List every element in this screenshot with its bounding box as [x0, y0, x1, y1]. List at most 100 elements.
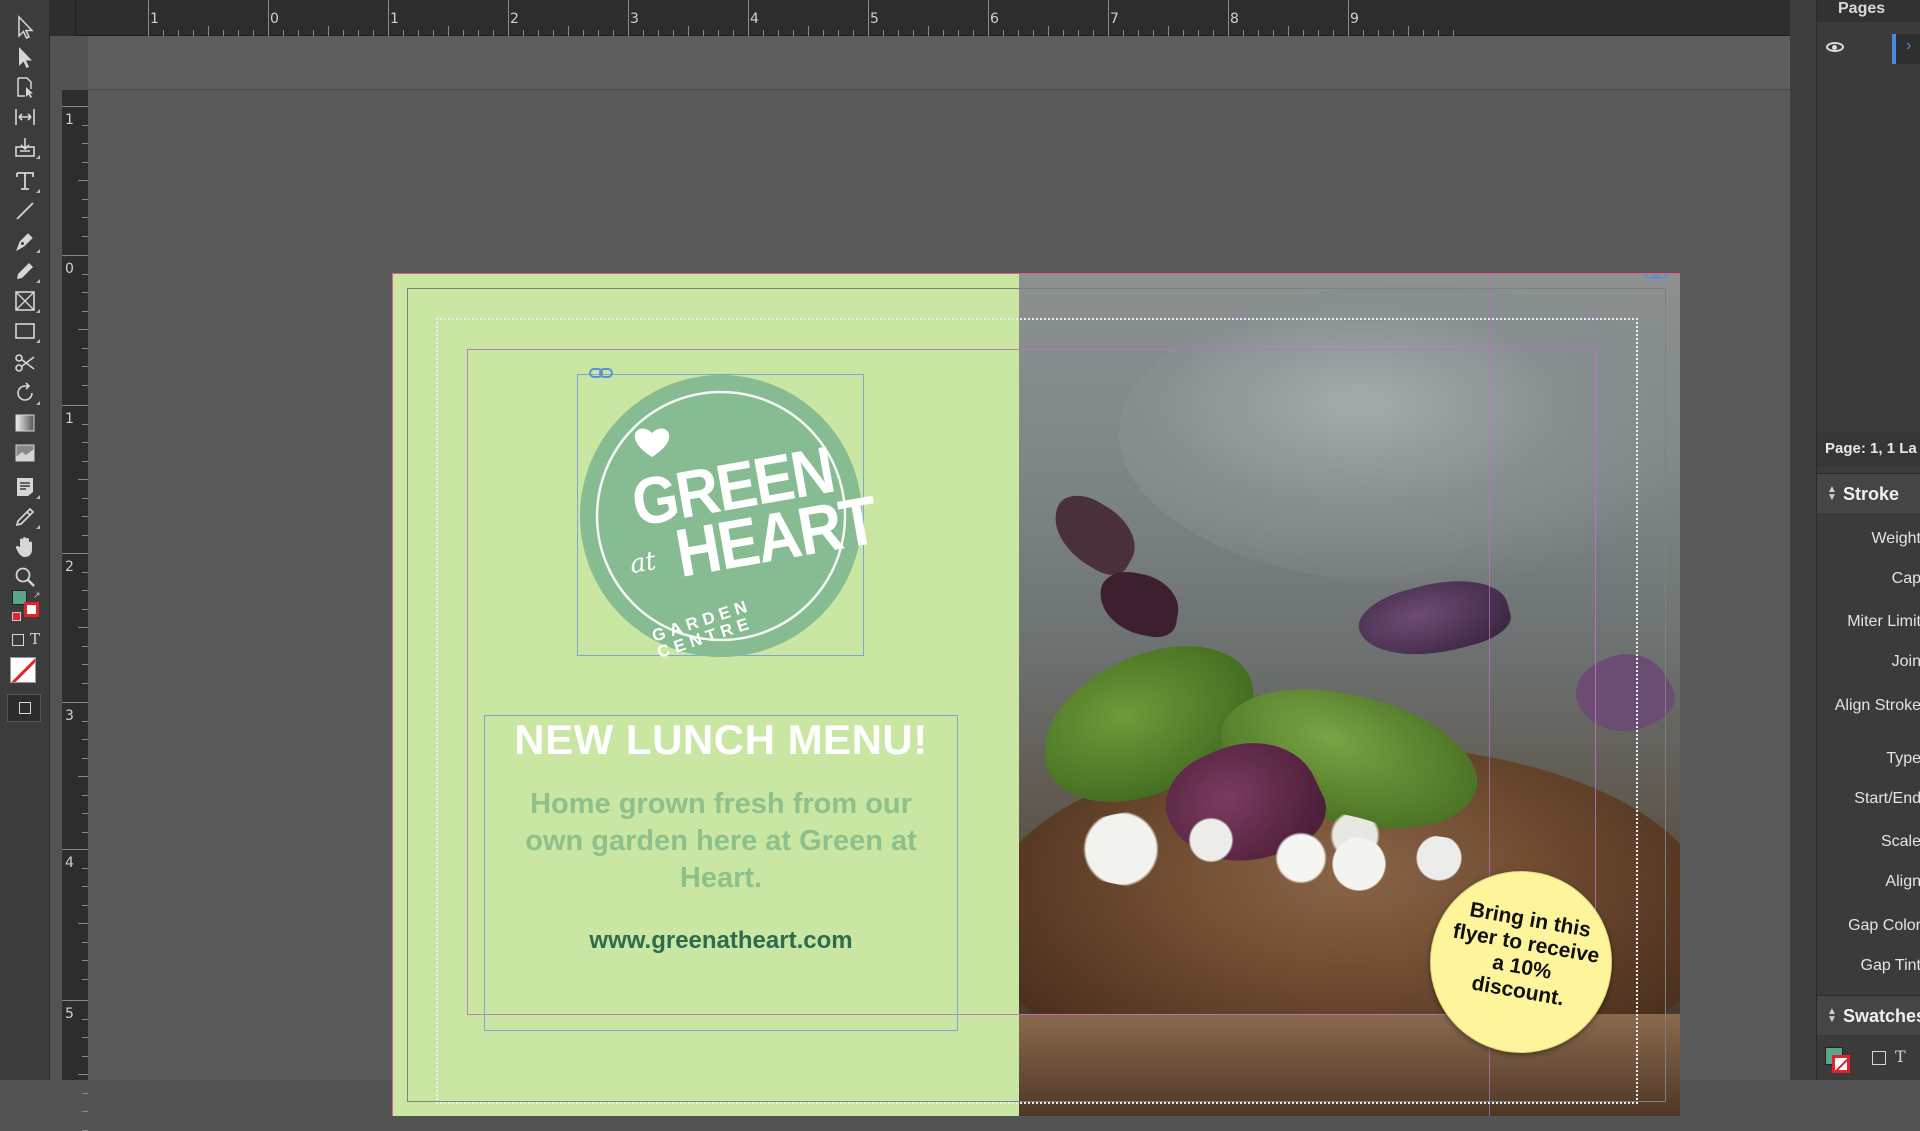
feta-crumbs	[1299, 834, 1499, 894]
photo-background-blur	[1119, 284, 1680, 584]
headline[interactable]: NEW LUNCH MENU!	[485, 716, 957, 764]
ruler-tick	[1408, 26, 1409, 36]
eye-icon[interactable]	[1826, 42, 1844, 52]
ruler-label: 5	[65, 1006, 74, 1022]
pages-panel-tab[interactable]: Pages	[1817, 0, 1920, 22]
line-tool-icon[interactable]	[10, 197, 40, 225]
logo-line-at: at	[627, 545, 659, 581]
ruler-label: 2	[65, 559, 74, 575]
ruler-tick	[1108, 0, 1109, 36]
tools-panel: ↗ T	[0, 0, 50, 1080]
ruler-tick	[448, 26, 449, 36]
badge-text[interactable]: Bring in this flyer to receive a 10% dis…	[1442, 896, 1606, 1017]
swatch-container-icon[interactable]	[1872, 1051, 1886, 1065]
pages-tab-label[interactable]: Pages	[1838, 0, 1885, 18]
pencil-tool-icon[interactable]	[10, 257, 40, 285]
horizontal-ruler[interactable]: 1 0 1 2 3 4 5 6 7 8 9	[50, 0, 1790, 36]
gradient-feather-tool-icon[interactable]	[10, 439, 40, 467]
ruler-tick	[568, 26, 569, 36]
image-link-icon[interactable]	[1644, 273, 1668, 280]
swatch-text-icon[interactable]: T	[1895, 1047, 1906, 1066]
gap-tool-icon[interactable]	[10, 103, 40, 131]
type-tool-icon[interactable]	[10, 167, 40, 195]
stroke-label-gap-tint: Gap Tint	[1860, 957, 1920, 974]
logo-frame[interactable]: GREEN at HEART GARDEN CENTRE	[577, 374, 882, 662]
vertical-ruler[interactable]: 1 0 1 2 3 4 5	[62, 90, 88, 1131]
discount-badge[interactable]: Bring in this flyer to receive a 10% dis…	[1430, 871, 1612, 1053]
eyedropper-tool-icon[interactable]	[10, 503, 40, 531]
ruler-tick	[62, 702, 88, 703]
collapse-arrows-icon[interactable]: ▲ ▼	[1827, 1007, 1837, 1025]
lunch-text-frame[interactable]: NEW LUNCH MENU! Home grown fresh from ou…	[484, 715, 958, 1031]
document-page[interactable]: GREEN at HEART GARDEN CENTRE NEW LUNCH M…	[392, 273, 1680, 1116]
swatches-panel-title[interactable]: Swatches	[1843, 1006, 1920, 1027]
stroke-swatch[interactable]	[24, 602, 39, 617]
free-transform-tool-icon[interactable]	[10, 379, 40, 407]
ruler-tick	[988, 0, 989, 36]
content-collector-tool-icon[interactable]	[10, 133, 40, 161]
ruler-tick	[78, 479, 88, 480]
ruler-tick	[628, 0, 629, 36]
pen-tool-icon[interactable]	[10, 227, 40, 255]
pages-panel: › Page: 1, 1 La	[1817, 22, 1920, 457]
ruler-tick	[748, 0, 749, 36]
ruler-tick	[62, 849, 88, 850]
ruler-tick	[328, 26, 329, 36]
logo-link-icon[interactable]	[589, 367, 613, 379]
page-tool-icon[interactable]	[10, 73, 40, 101]
page-info-bar: Page: 1, 1 La	[1817, 432, 1920, 466]
panel-dock-strip[interactable]	[1790, 0, 1816, 1080]
screen-mode-icon[interactable]	[7, 694, 41, 722]
stroke-label-miter-limit: Miter Limit	[1847, 613, 1920, 630]
ruler-tick	[1048, 26, 1049, 36]
ruler-label: 0	[65, 261, 74, 277]
ruler-tick	[62, 553, 88, 554]
page-row-highlight[interactable]: ›	[1892, 34, 1920, 64]
ruler-tick	[62, 1000, 88, 1001]
ruler-tick	[208, 26, 209, 36]
ruler-tick	[78, 776, 88, 777]
body-text[interactable]: Home grown fresh from our own garden her…	[505, 786, 937, 897]
swatches-panel-header[interactable]: ▲ ▼ Swatches	[1817, 995, 1920, 1035]
rectangle-tool-icon[interactable]	[10, 317, 40, 345]
ruler-tick	[268, 0, 269, 36]
ruler-tick	[78, 329, 88, 330]
apply-none-icon[interactable]	[10, 657, 36, 683]
swatches-panel-body: T	[1817, 1035, 1920, 1080]
ruler-corner[interactable]	[50, 0, 76, 36]
fill-stroke-swatches[interactable]: ↗	[12, 590, 42, 622]
gradient-swatch-tool-icon[interactable]	[10, 409, 40, 437]
stroke-label-weight: Weight	[1871, 530, 1920, 547]
stroke-label-gap-color: Gap Color	[1848, 917, 1920, 934]
ruler-tick	[688, 26, 689, 36]
swap-icon[interactable]: ↗	[33, 590, 41, 601]
ruler-tick	[148, 0, 149, 36]
swatch-stroke-icon[interactable]	[1832, 1055, 1850, 1073]
direct-selection-tool-icon[interactable]	[10, 43, 40, 71]
purple-leaf	[1094, 567, 1184, 641]
default-colors-icon[interactable]	[12, 612, 21, 621]
ruler-label: 7	[1110, 11, 1119, 27]
zoom-tool-icon[interactable]	[10, 563, 40, 591]
formatting-container-icon[interactable]	[12, 634, 24, 646]
selection-tool-icon[interactable]	[10, 13, 40, 41]
scissors-tool-icon[interactable]	[10, 349, 40, 377]
pasteboard[interactable]: GREEN at HEART GARDEN CENTRE NEW LUNCH M…	[88, 36, 1815, 1116]
ruler-tick	[82, 1092, 88, 1094]
stroke-panel-header[interactable]: ▲ ▼ Stroke	[1817, 473, 1920, 513]
green-heart-logo[interactable]: GREEN at HEART GARDEN CENTRE	[580, 375, 882, 662]
hand-tool-icon[interactable]	[10, 533, 40, 561]
stroke-label-join: Join	[1891, 653, 1920, 670]
ruler-label: 6	[990, 11, 999, 27]
stroke-panel-title[interactable]: Stroke	[1843, 484, 1899, 505]
formatting-text-icon[interactable]: T	[30, 630, 40, 648]
collapse-arrows-icon[interactable]: ▲ ▼	[1827, 485, 1837, 503]
rectangle-frame-tool-icon[interactable]	[10, 287, 40, 315]
ruler-label: 2	[510, 11, 519, 27]
ruler-label: 0	[270, 11, 279, 27]
ruler-tick	[508, 0, 509, 36]
website-url[interactable]: www.greenatheart.com	[485, 927, 957, 955]
ruler-label: 1	[65, 411, 74, 427]
note-tool-icon[interactable]	[10, 473, 40, 501]
ruler-label: 3	[630, 11, 639, 27]
